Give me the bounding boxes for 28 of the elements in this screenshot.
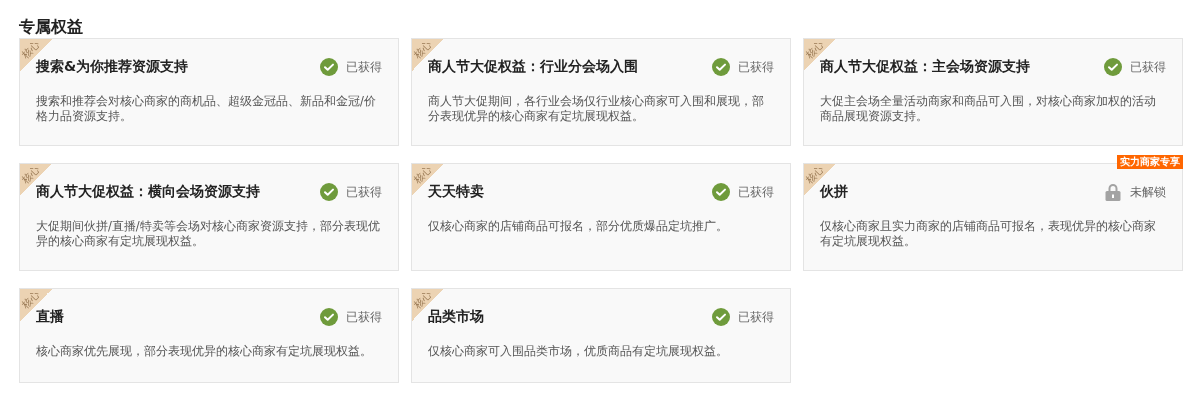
benefit-description: 大促主会场全量活动商家和商品可入围，对核心商家加权的活动商品展现资源支持。 <box>820 94 1157 124</box>
benefit-description: 大促期间伙拼/直播/特卖等会场对核心商家资源支持，部分表现优异的核心商家有定坑展现权益。 <box>36 219 381 249</box>
section-title: 专属权益 <box>19 16 84 38</box>
benefit-title: 天天特卖 <box>428 183 484 201</box>
benefit-title: 搜索&为你推荐资源支持 <box>36 58 189 76</box>
benefit-title: 伙拼 <box>820 183 848 201</box>
benefit-description: 商人节大促期间，各行业会场仅行业核心商家可入围和展现，部分表现优异的核心商家有定坑展现权益。 <box>428 94 765 124</box>
exclusive-badge: 实力商家专享 <box>1117 155 1183 169</box>
status-label: 已获得 <box>738 58 774 76</box>
status-label: 已获得 <box>738 308 774 326</box>
status-label: 已获得 <box>1130 58 1166 76</box>
status-label: 已获得 <box>346 308 382 326</box>
benefit-description: 搜索和推荐会对核心商家的商机品、超级金冠品、新品和金冠/价格力品资源支持。 <box>36 94 377 124</box>
status-label: 未解锁 <box>1130 183 1166 201</box>
status-label: 已获得 <box>346 183 382 201</box>
benefit-title: 商人节大促权益：行业分会场入围 <box>428 58 638 76</box>
corner-tag: 核心 <box>804 164 826 186</box>
status-label: 已获得 <box>738 183 774 201</box>
benefit-description: 核心商家优先展现，部分表现优异的核心商家有定坑展现权益。 <box>36 344 373 359</box>
benefit-title: 商人节大促权益：横向会场资源支持 <box>36 183 260 201</box>
benefit-title: 商人节大促权益：主会场资源支持 <box>820 58 1030 76</box>
benefit-title: 直播 <box>36 308 64 326</box>
status-label: 已获得 <box>346 58 382 76</box>
benefit-title: 品类市场 <box>428 308 484 326</box>
benefit-description: 仅核心商家且实力商家的店铺商品可报名，表现优异的核心商家有定坑展现权益。 <box>820 219 1157 249</box>
benefit-description: 仅核心商家的店铺商品可报名，部分优质爆品定坑推广。 <box>428 219 729 234</box>
corner-tag: 核心 <box>20 289 42 311</box>
benefit-description: 仅核心商家可入围品类市场，优质商品有定坑展现权益。 <box>428 344 729 359</box>
